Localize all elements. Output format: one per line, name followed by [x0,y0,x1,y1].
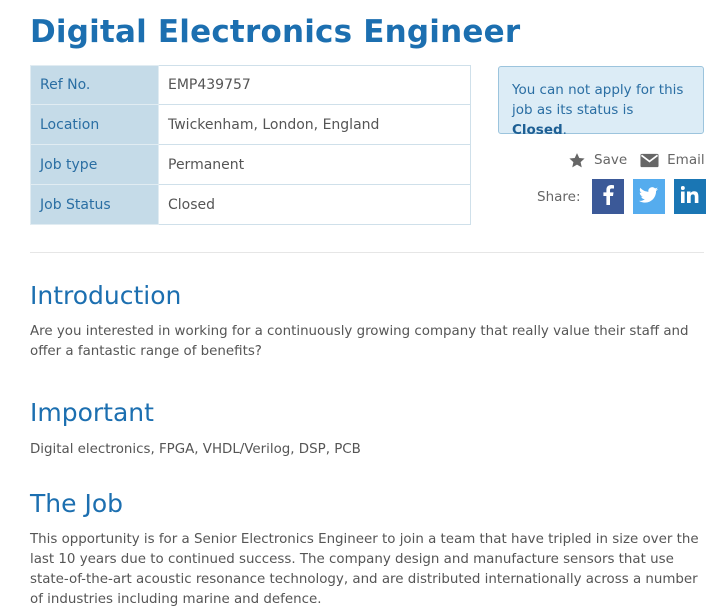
status-notice-status: Closed [512,122,563,138]
status-notice-text: You can not apply for this job as its st… [512,82,684,118]
location-value: Twickenham, London, England [158,104,471,145]
table-row: Job Status Closed [30,184,471,225]
facebook-icon [602,184,614,209]
twitter-share-button[interactable] [632,179,665,214]
table-row: Location Twickenham, London, England [30,104,471,145]
share-bar: Share: [537,179,706,214]
linkedin-share-button[interactable] [673,179,706,214]
ref-no-label: Ref No. [30,65,159,105]
ref-no-value: EMP439757 [158,65,471,105]
introduction-text: Are you interested in working for a cont… [30,324,689,359]
job-details-table: Ref No. EMP439757 Location Twickenham, L… [30,65,471,225]
table-row: Ref No. EMP439757 [30,65,471,105]
location-label: Location [30,104,159,145]
facebook-share-button[interactable] [591,179,624,214]
linkedin-icon [680,186,699,207]
envelope-icon [640,153,659,168]
job-actions: Save Email [568,150,705,170]
job-status-value: Closed [158,184,471,225]
section-divider [30,252,704,253]
the-job-text: This opportunity is for a Senior Electro… [30,532,699,607]
job-type-value: Permanent [158,144,471,185]
table-row: Job type Permanent [30,144,471,185]
important-text: Digital electronics, FPGA, VHDL/Verilog,… [30,442,361,457]
share-label: Share: [537,188,581,205]
important-heading: Important [30,398,154,427]
star-icon [568,152,586,169]
status-notice: You can not apply for this job as its st… [498,66,704,138]
introduction-heading: Introduction [30,281,182,310]
status-notice-suffix: . [562,122,567,138]
email-button[interactable]: Email [640,152,705,168]
page-title: Digital Electronics Engineer [30,14,521,50]
email-label: Email [667,152,705,168]
twitter-icon [639,186,659,207]
save-button[interactable]: Save [568,152,627,169]
job-type-label: Job type [30,144,159,185]
job-status-label: Job Status [30,184,159,225]
the-job-heading: The Job [30,489,123,518]
save-label: Save [594,152,628,168]
